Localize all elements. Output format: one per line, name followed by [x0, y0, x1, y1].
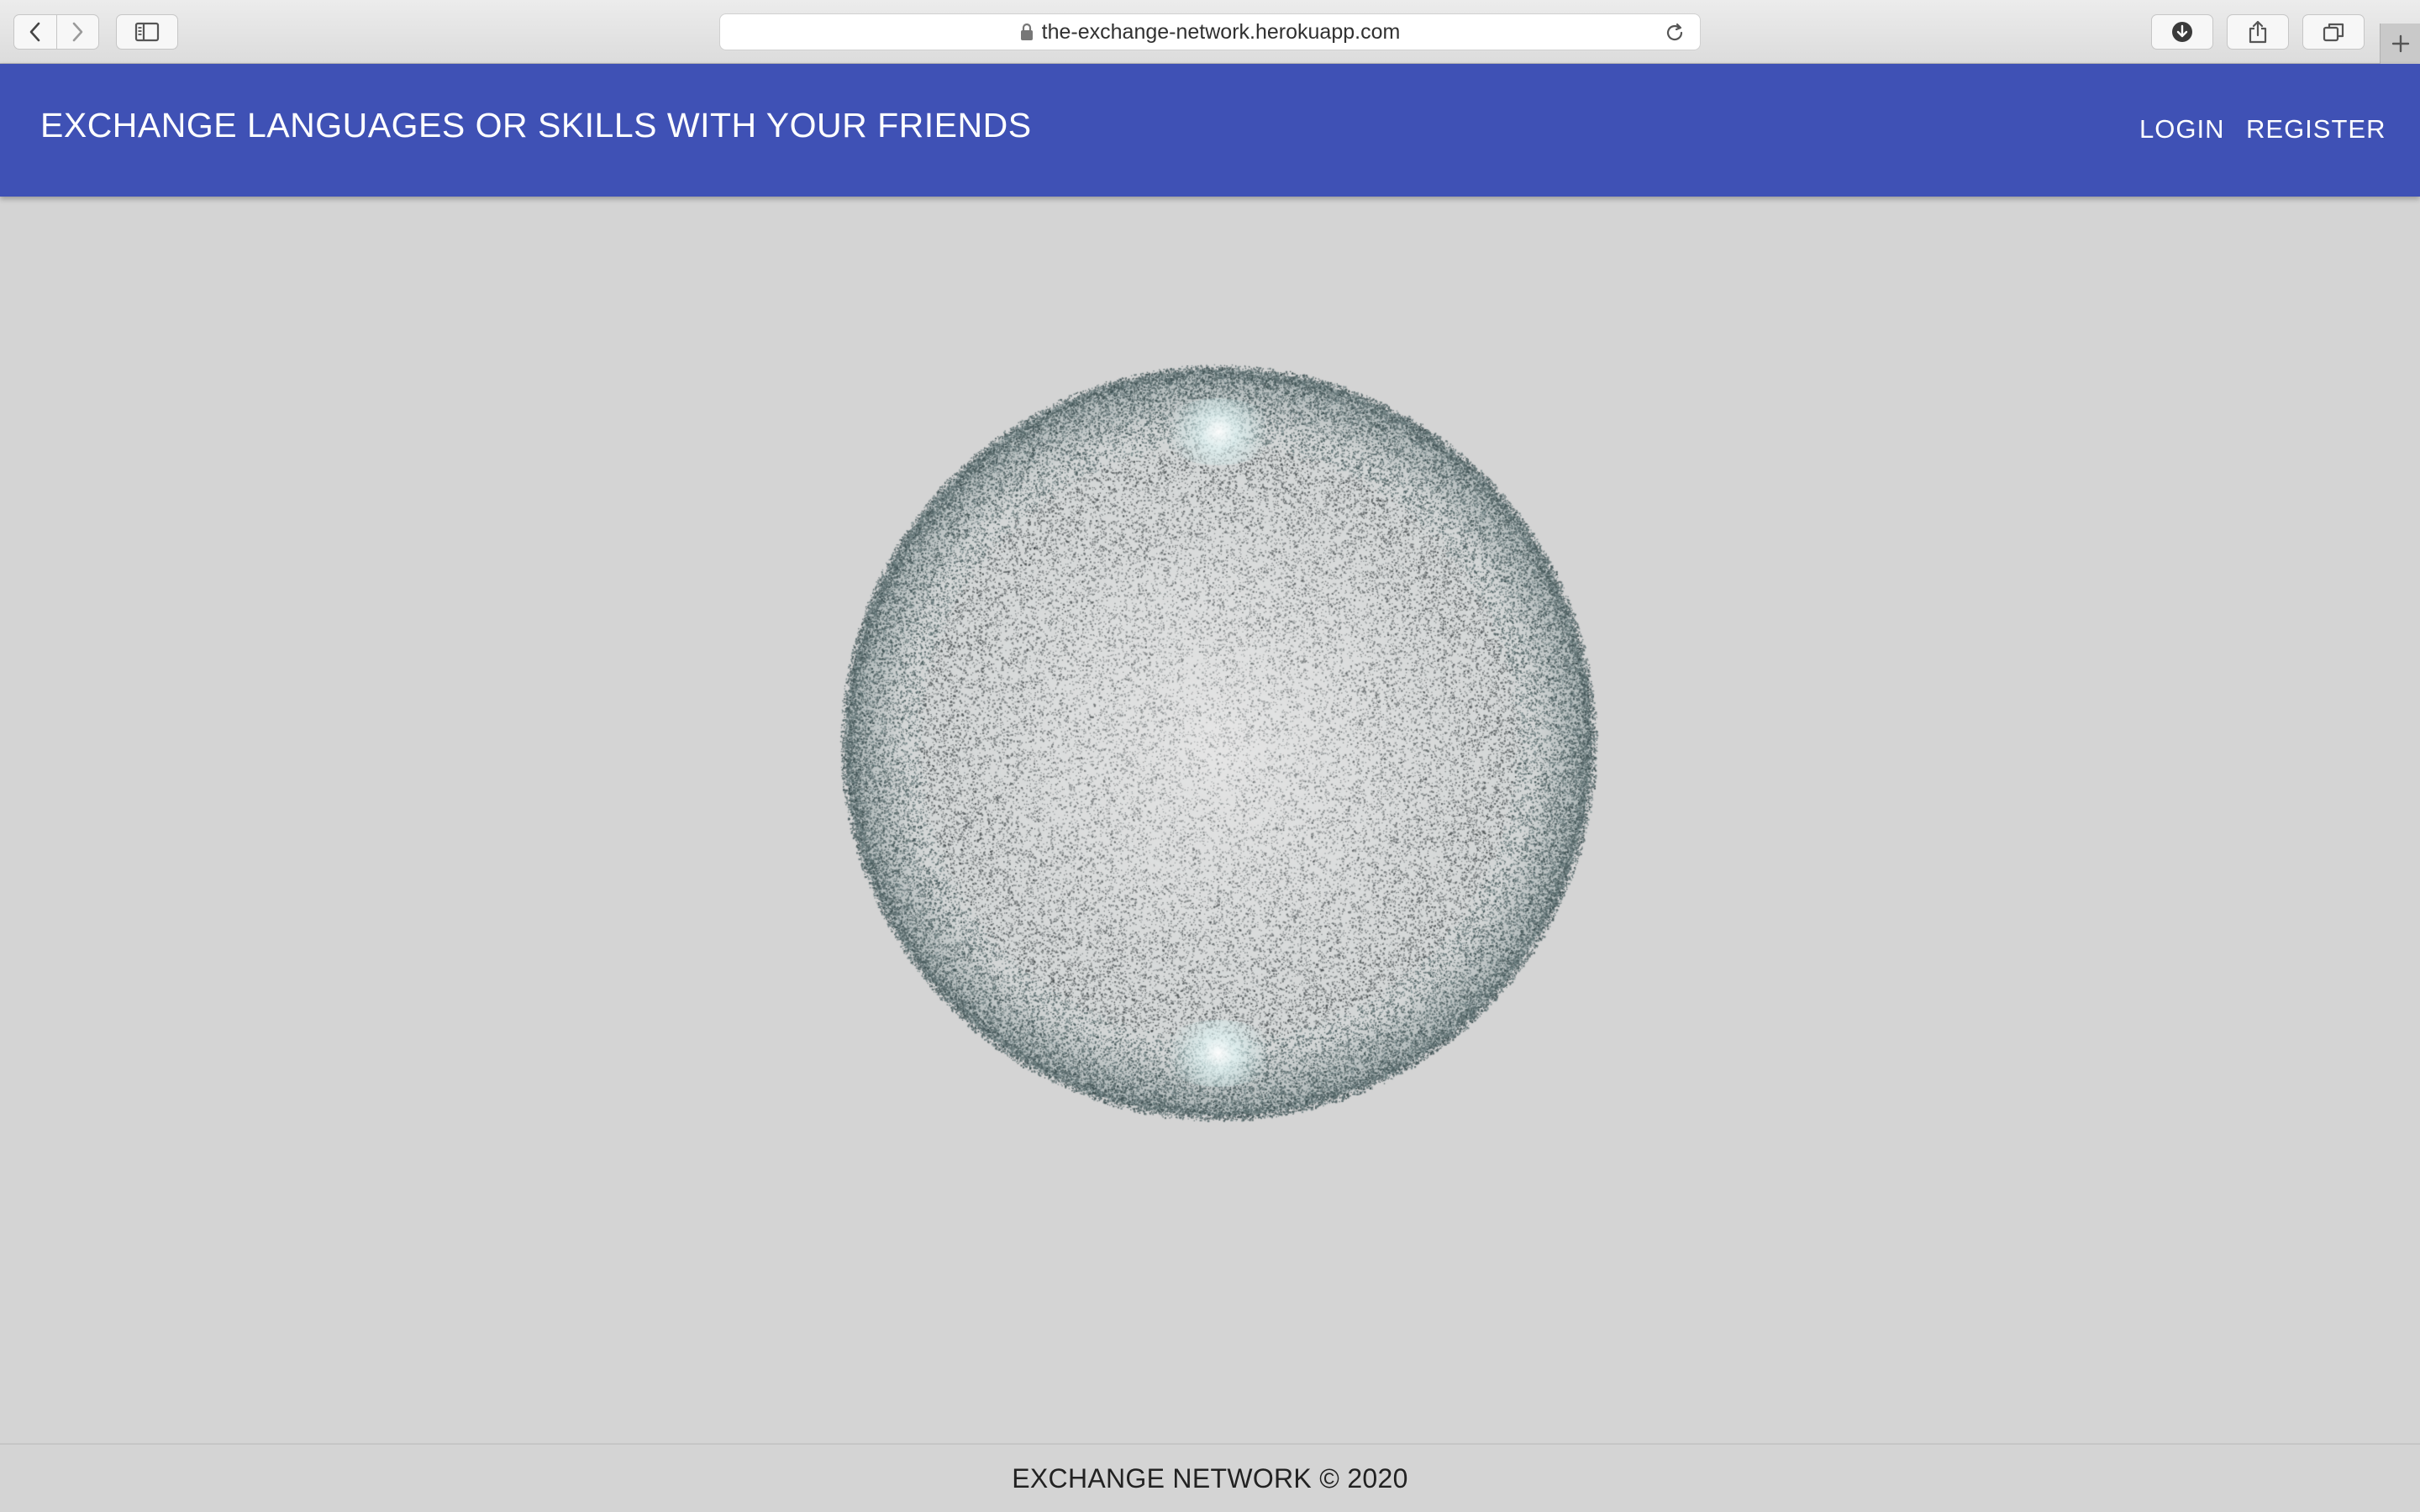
- chevron-right-icon: [72, 22, 83, 42]
- share-icon: [2249, 20, 2267, 44]
- browser-toolbar: the-exchange-network.herokuapp.com: [0, 0, 2420, 64]
- particle-sphere[interactable]: [832, 356, 1605, 1129]
- register-link[interactable]: REGISTER: [2246, 114, 2386, 144]
- tabs-icon: [2323, 23, 2344, 42]
- downloads-button[interactable]: [2151, 14, 2213, 50]
- sidebar-button[interactable]: [116, 14, 178, 50]
- forward-button[interactable]: [55, 15, 99, 49]
- reload-icon[interactable]: [1663, 21, 1686, 45]
- footer-copyright: EXCHANGE NETWORK © 2020: [1012, 1462, 1408, 1494]
- sidebar-icon: [134, 22, 160, 42]
- tab-overview-button[interactable]: [2302, 14, 2365, 50]
- footer: EXCHANGE NETWORK © 2020: [0, 1443, 2420, 1512]
- new-tab-button[interactable]: [2380, 24, 2420, 64]
- address-bar[interactable]: the-exchange-network.herokuapp.com: [719, 13, 1701, 50]
- lock-icon: [1020, 23, 1033, 40]
- plus-icon: [2391, 34, 2409, 53]
- login-link[interactable]: LOGIN: [2139, 114, 2224, 144]
- download-icon: [2172, 22, 2192, 42]
- main-content: [0, 197, 2420, 1443]
- history-nav: [13, 14, 99, 50]
- chevron-left-icon: [29, 22, 40, 42]
- share-button[interactable]: [2227, 14, 2289, 50]
- app-header: EXCHANGE LANGUAGES OR SKILLS WITH YOUR F…: [0, 64, 2420, 197]
- page-title: EXCHANGE LANGUAGES OR SKILLS WITH YOUR F…: [40, 106, 1032, 144]
- back-button[interactable]: [14, 15, 56, 49]
- url-text: the-exchange-network.herokuapp.com: [1041, 19, 1401, 44]
